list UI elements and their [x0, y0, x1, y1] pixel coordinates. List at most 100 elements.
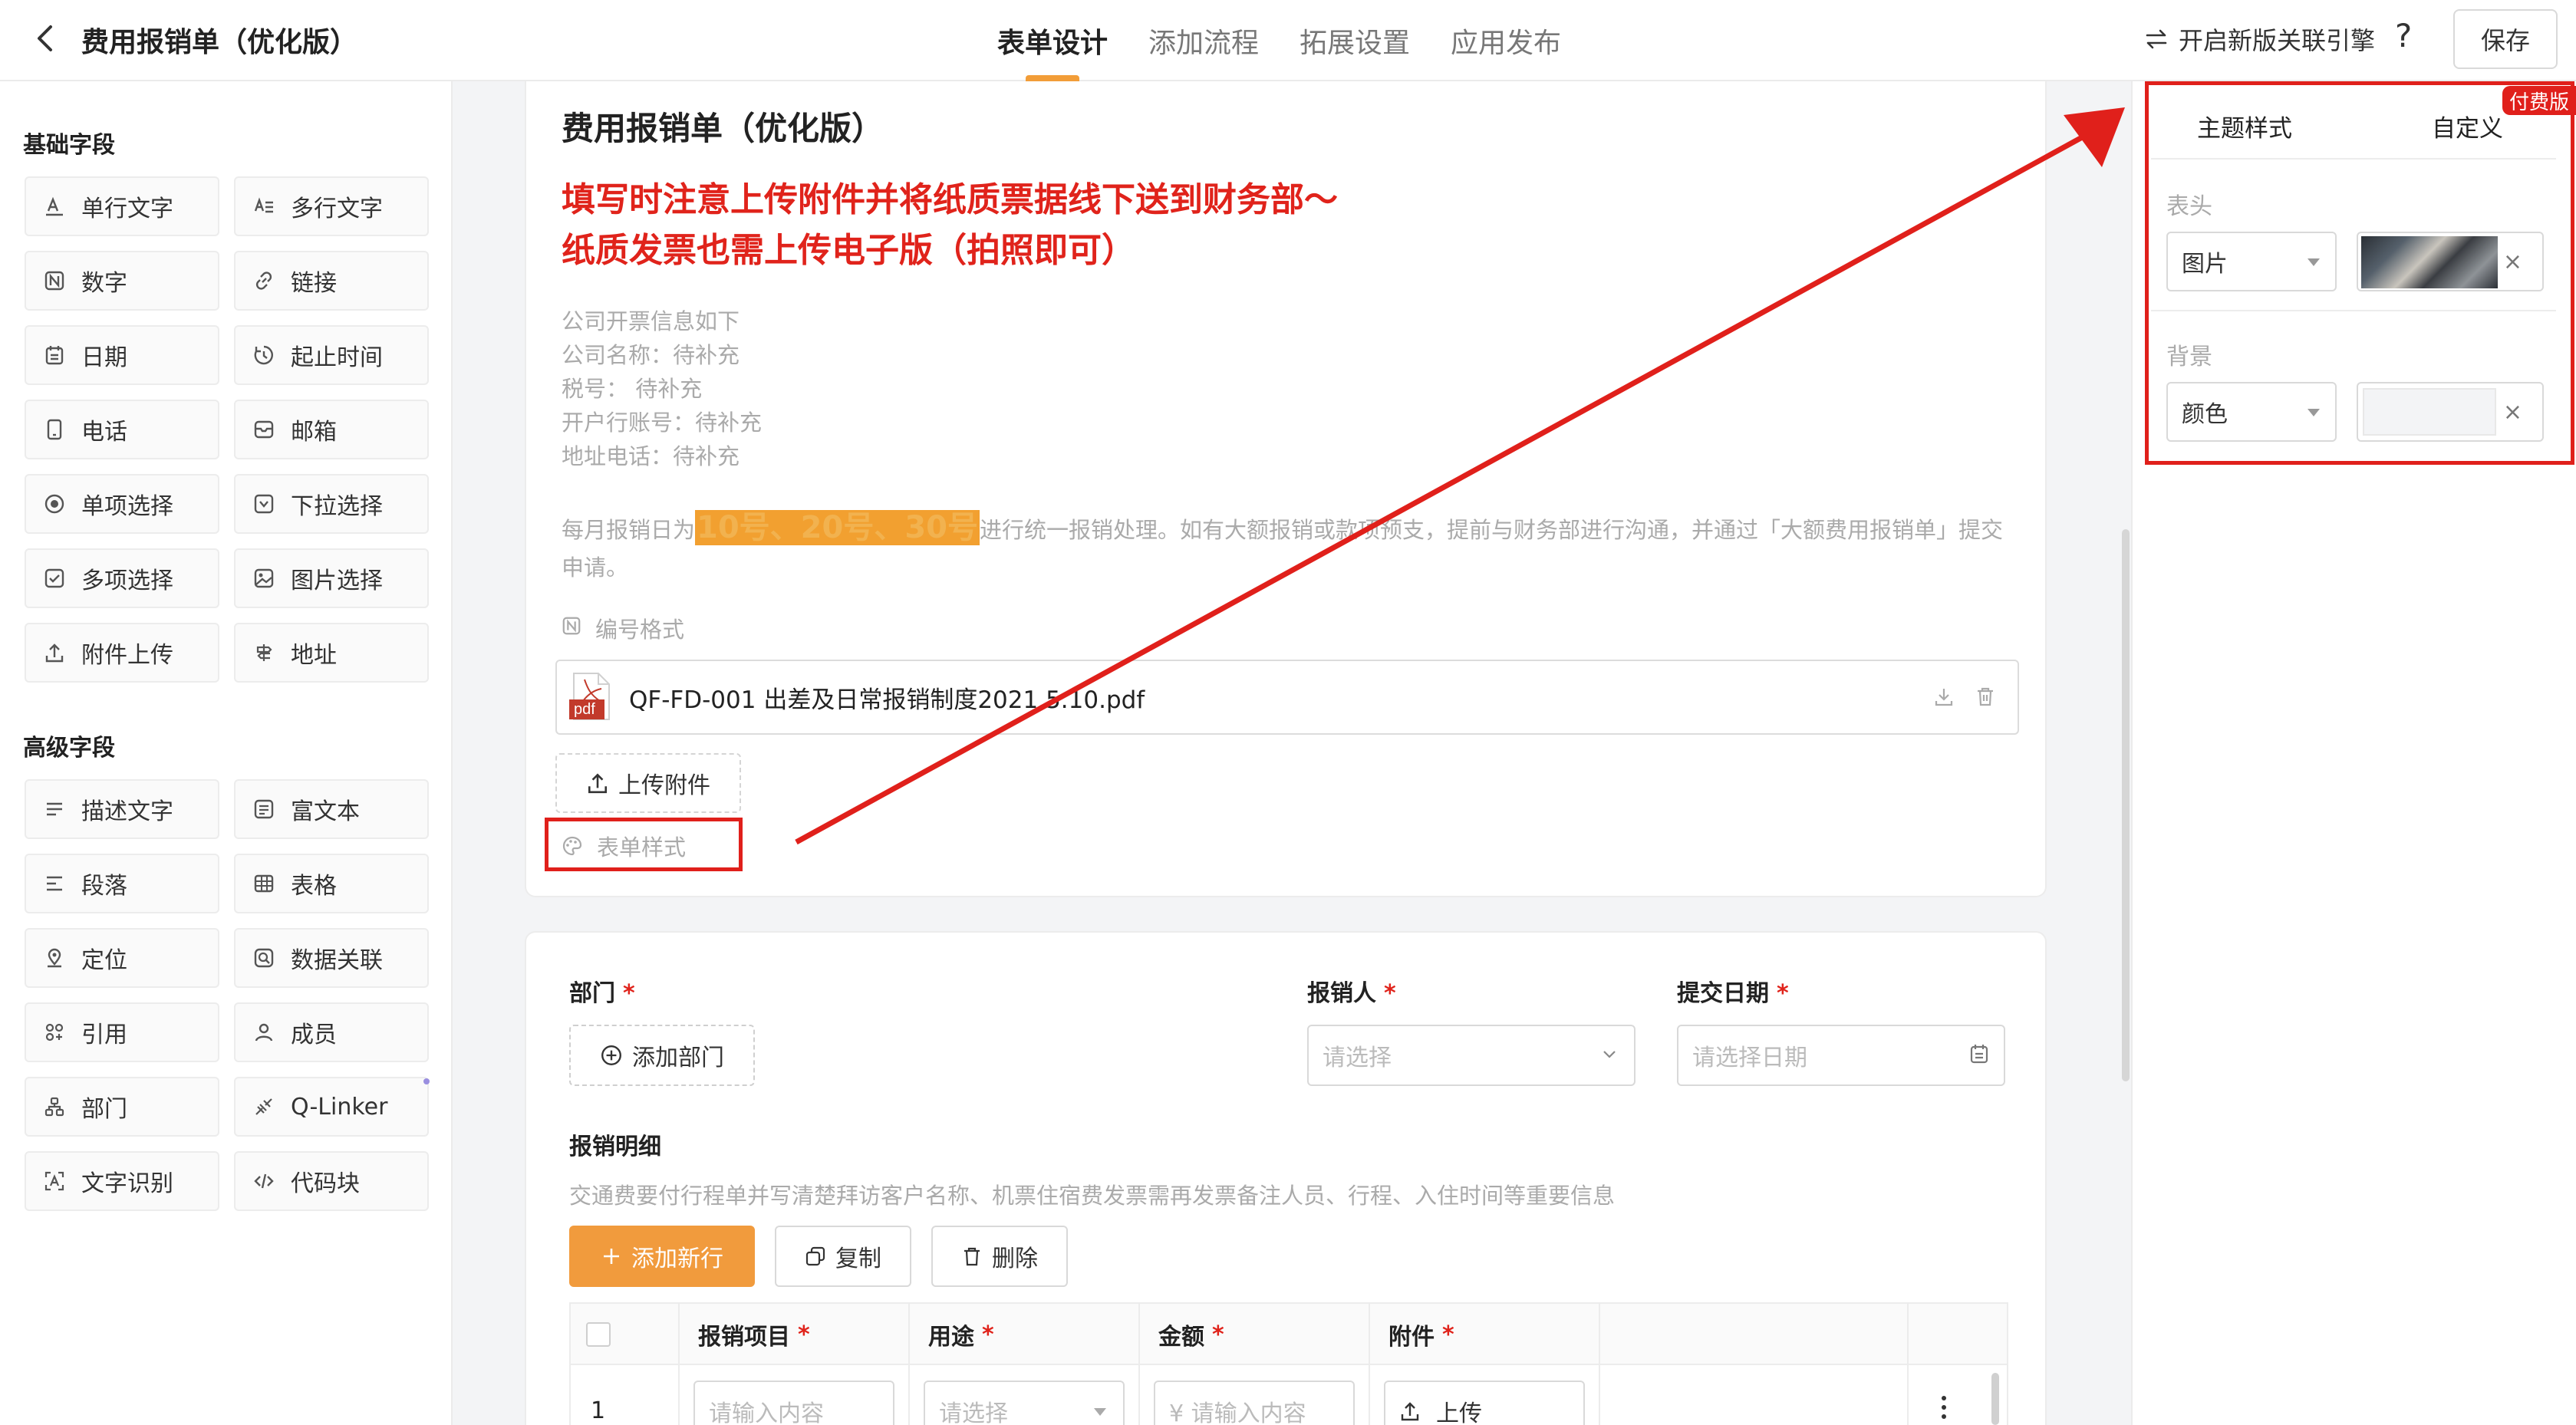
detail-hint: 交通费要付行程单并写清楚拜访客户名称、机票住宿费发票需再发票备注人员、行程、入住…: [569, 1183, 1616, 1209]
tab-extension-settings[interactable]: 拓展设置: [1300, 0, 1410, 81]
attachment-file-name[interactable]: QF-FD-001 出差及日常报销制度2021.5.10.pdf: [629, 680, 1145, 715]
field-label: 多项选择: [81, 568, 173, 594]
caret-down-icon: [1094, 1408, 1106, 1416]
field-multi-text[interactable]: 多行文字: [234, 176, 429, 236]
q-linker-icon: [252, 1095, 275, 1118]
field-address[interactable]: 地址: [234, 623, 429, 683]
field-attachment-upload[interactable]: 附件上传: [25, 623, 219, 683]
add-department-button[interactable]: 添加部门: [569, 1025, 755, 1086]
upload-icon: [588, 773, 607, 794]
reimburser-field-label: 报销人 *: [1307, 974, 1396, 1008]
field-table[interactable]: 表格: [234, 854, 429, 913]
field-location[interactable]: 定位: [25, 928, 219, 988]
table-scrollbar[interactable]: [1991, 1373, 1999, 1425]
field-label: 部门: [81, 1096, 127, 1123]
required-mark: *: [798, 1321, 810, 1348]
chevron-left-icon[interactable]: [29, 21, 60, 55]
field-label: 附件上传: [81, 642, 173, 669]
field-reference[interactable]: 引用: [25, 1002, 219, 1062]
field-label: 图片选择: [291, 568, 383, 594]
item-placeholder: 请输入内容: [709, 1400, 824, 1425]
rich-text-icon: [252, 798, 275, 821]
field-dropdown[interactable]: 下拉选择: [234, 474, 429, 534]
column-header-purpose: 用途 *: [928, 1304, 994, 1365]
field-label: 数字: [81, 270, 127, 297]
field-data-link[interactable]: 数据关联: [234, 928, 429, 988]
save-button[interactable]: 保存: [2453, 9, 2558, 69]
column-header-item: 报销项目 *: [698, 1304, 810, 1365]
column-item-label: 报销项目: [698, 1324, 790, 1351]
invoice-info-line: 地址电话：待补充: [562, 443, 740, 469]
required-mark: *: [1384, 980, 1396, 1007]
field-ocr[interactable]: 文字识别: [25, 1151, 219, 1211]
chevron-down-icon: [1603, 1051, 1616, 1058]
copy-button[interactable]: 复制: [775, 1226, 911, 1287]
download-icon[interactable]: [1933, 686, 1955, 707]
trash-icon[interactable]: [1975, 686, 1996, 707]
help-icon[interactable]: ?: [2395, 17, 2412, 54]
table-header: 报销项目 * 用途 * 金额 * 附件 *: [571, 1304, 2007, 1365]
field-number[interactable]: 数字: [25, 251, 219, 311]
field-label: 数据关联: [291, 947, 383, 974]
copy-label: 复制: [835, 1246, 881, 1272]
new-engine-toggle[interactable]: 开启新版关联引擎: [2145, 21, 2375, 57]
department-field-label: 部门 *: [569, 974, 635, 1008]
amount-input[interactable]: ¥ 请输入内容: [1154, 1381, 1355, 1425]
tab-add-process[interactable]: 添加流程: [1148, 0, 1259, 81]
tab-app-publish[interactable]: 应用发布: [1451, 0, 1561, 81]
field-q-linker[interactable]: Q-Linker: [234, 1077, 429, 1137]
field-label: 下拉选择: [291, 493, 383, 520]
notice-line-2: 纸质发票也需上传电子版（拍照即可）: [562, 231, 1135, 270]
submit-date-picker[interactable]: 请选择日期: [1677, 1025, 2005, 1086]
field-rich-text[interactable]: 富文本: [234, 779, 429, 839]
invoice-info-line: 税号： 待补充: [562, 376, 703, 402]
attachment-item[interactable]: pdf QF-FD-001 出差及日常报销制度2021.5.10.pdf: [555, 660, 2019, 735]
upload-icon: [1401, 1402, 1419, 1421]
upload-attachment-button[interactable]: 上传附件: [555, 753, 741, 813]
app-title: 费用报销单（优化版）: [81, 27, 358, 58]
form-style-highlight-box: [545, 818, 743, 871]
field-label: 邮箱: [291, 419, 337, 446]
calendar-icon: [1970, 1045, 1988, 1064]
field-link[interactable]: 链接: [234, 251, 429, 311]
field-time-range[interactable]: 起止时间: [234, 325, 429, 385]
field-label: 表格: [291, 873, 337, 900]
number-format-row[interactable]: 编号格式: [562, 612, 684, 644]
field-member[interactable]: 成员: [234, 1002, 429, 1062]
field-label: 日期: [81, 344, 127, 371]
purpose-select[interactable]: 请选择: [924, 1381, 1125, 1425]
field-phone[interactable]: 电话: [25, 400, 219, 459]
code-icon: [252, 1170, 275, 1193]
field-department[interactable]: 部门: [25, 1077, 219, 1137]
row-upload-button[interactable]: 上传: [1384, 1381, 1585, 1425]
field-multi-choice[interactable]: 多项选择: [25, 548, 219, 608]
canvas-scrollbar[interactable]: [2122, 529, 2130, 1081]
field-date[interactable]: 日期: [25, 325, 219, 385]
select-all-checkbox[interactable]: [586, 1322, 611, 1347]
more-vertical-icon[interactable]: [1929, 1396, 1959, 1419]
field-description[interactable]: 描述文字: [25, 779, 219, 839]
delete-label: 删除: [992, 1246, 1038, 1272]
field-single-choice[interactable]: 单项选择: [25, 474, 219, 534]
ocr-icon: [43, 1170, 66, 1193]
add-row-button[interactable]: 添加新行: [569, 1226, 755, 1287]
field-single-text[interactable]: 单行文字: [25, 176, 219, 236]
field-image-choice[interactable]: 图片选择: [234, 548, 429, 608]
field-label: 代码块: [291, 1170, 360, 1197]
top-bar: 费用报销单（优化版） 表单设计 添加流程 拓展设置 应用发布 开启新版关联引擎 …: [0, 0, 2576, 81]
item-input[interactable]: 请输入内容: [693, 1381, 894, 1425]
basic-fields-title: 基础字段: [23, 132, 115, 159]
reimburser-label-text: 报销人: [1307, 980, 1376, 1007]
purpose-placeholder: 请选择: [939, 1400, 1008, 1425]
field-code-block[interactable]: 代码块: [234, 1151, 429, 1211]
delete-button[interactable]: 删除: [931, 1226, 1068, 1287]
detail-title: 报销明细: [569, 1134, 661, 1160]
style-panel-highlight-box: [2145, 81, 2574, 465]
field-email[interactable]: 邮箱: [234, 400, 429, 459]
tab-form-design[interactable]: 表单设计: [997, 0, 1108, 81]
form-header-card[interactable]: 费用报销单（优化版） 填写时注意上传附件并将纸质票据线下送到财务部～ 纸质发票也…: [525, 81, 2047, 897]
reimburser-select[interactable]: 请选择: [1307, 1025, 1636, 1086]
field-label: 电话: [81, 419, 127, 446]
field-paragraph[interactable]: 段落: [25, 854, 219, 913]
advanced-fields-title: 高级字段: [23, 735, 115, 762]
